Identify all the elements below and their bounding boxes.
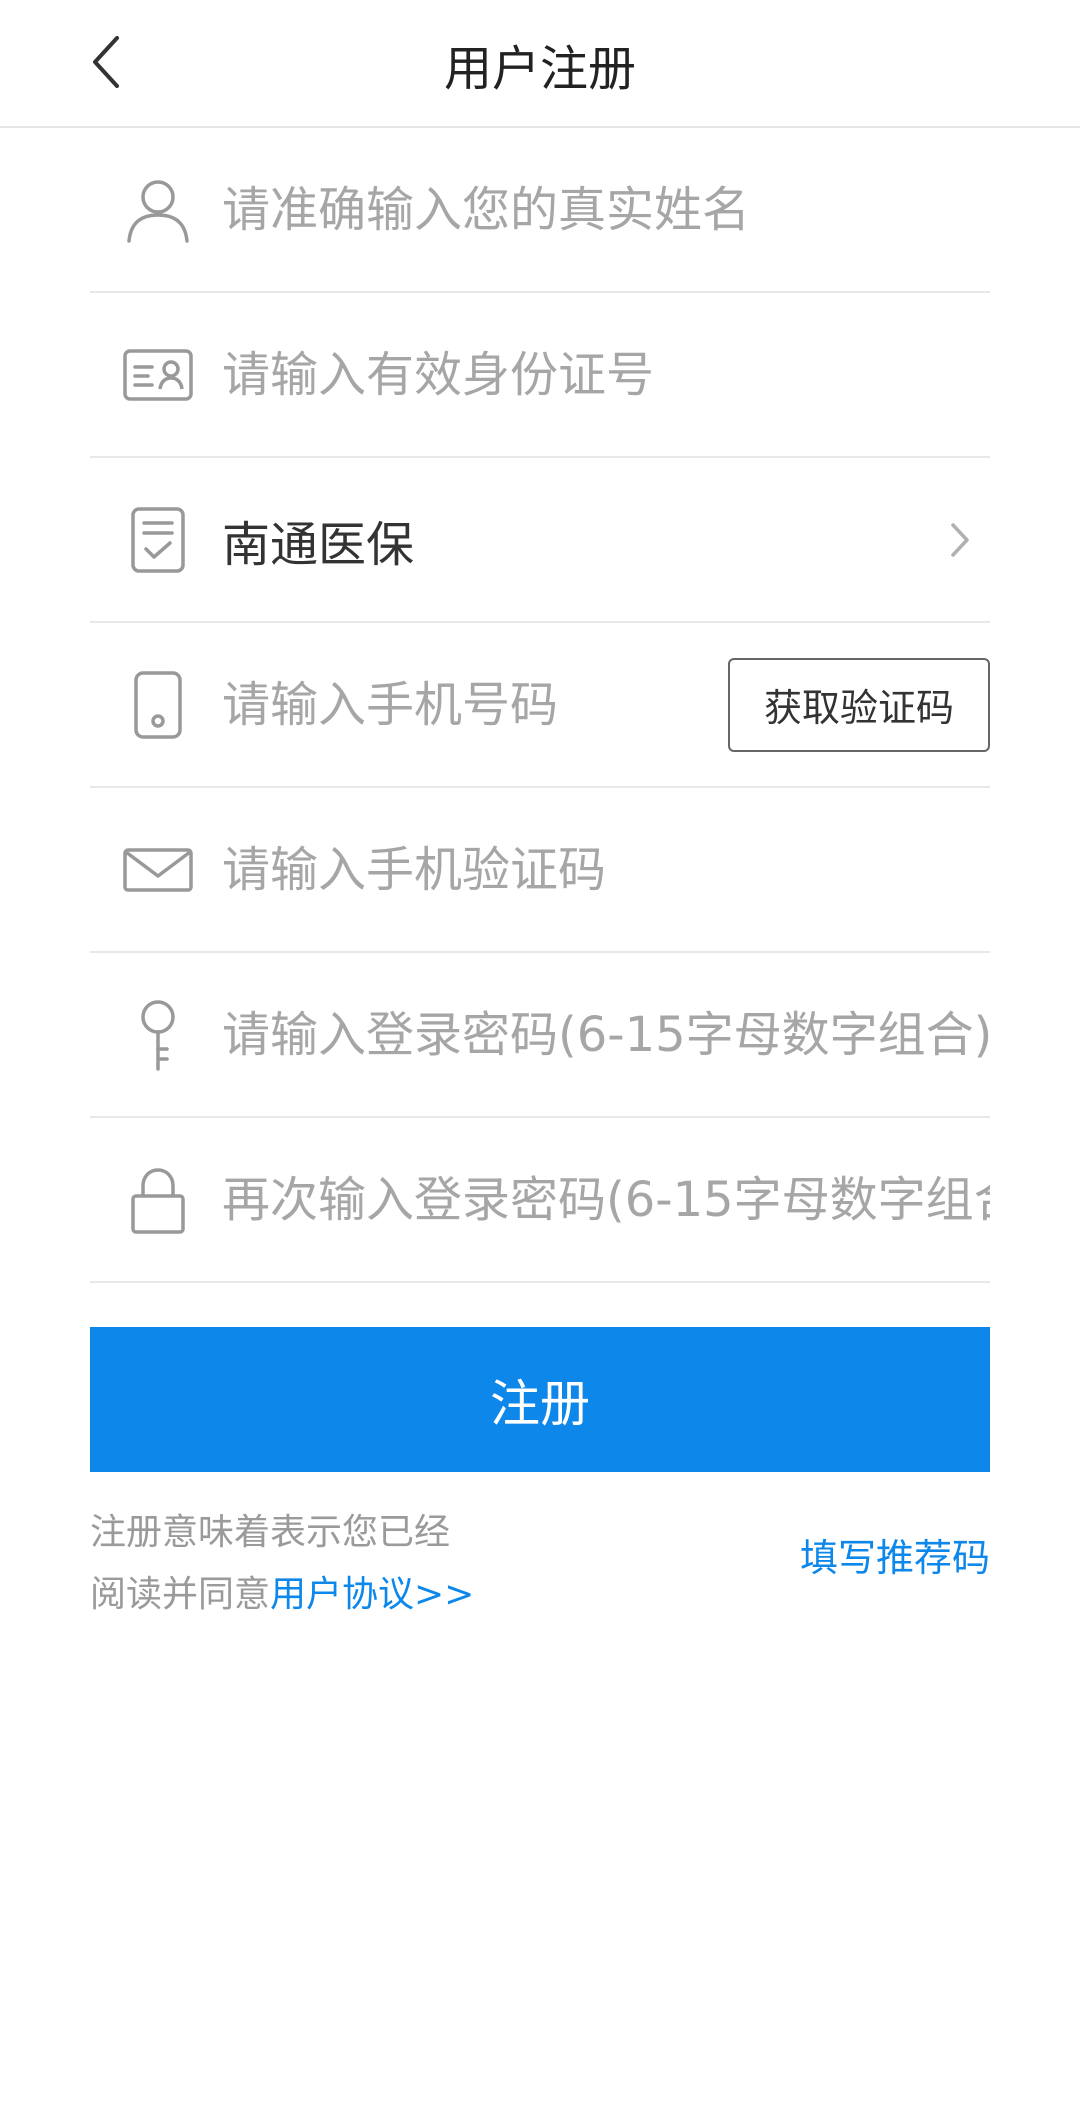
user-agreement-link[interactable]: 用户协议>> bbox=[270, 1574, 474, 1615]
header-bar: 用户注册 bbox=[0, 0, 1080, 128]
register-page: 用户注册 请准确输入您的真实姓名 请输入有效身份证号 南通医保 请输入手机号码 … bbox=[0, 0, 1080, 2117]
password-input[interactable] bbox=[222, 994, 990, 1075]
password-row bbox=[90, 953, 990, 1118]
insurance-select[interactable]: 南通医保 bbox=[90, 458, 990, 623]
envelope-icon bbox=[118, 830, 198, 910]
id-card-row bbox=[90, 293, 990, 458]
key-icon bbox=[118, 995, 198, 1075]
referral-code-link[interactable]: 填写推荐码 bbox=[800, 1527, 990, 1582]
registration-form: 南通医保 获取验证码 bbox=[90, 128, 990, 1283]
confirm-password-input[interactable] bbox=[222, 1159, 990, 1240]
page-title: 用户注册 bbox=[443, 41, 636, 97]
agreement-text: 注册意味着表示您已经 阅读并同意用户协议>> bbox=[90, 1502, 610, 1626]
insurance-value: 南通医保 bbox=[222, 516, 415, 573]
agreement-prefix: 阅读并同意 bbox=[90, 1574, 271, 1615]
confirm-password-row bbox=[90, 1118, 990, 1283]
user-icon bbox=[118, 170, 198, 250]
sms-code-input[interactable] bbox=[222, 829, 990, 910]
lock-icon bbox=[118, 1160, 198, 1240]
phone-row: 获取验证码 bbox=[90, 623, 990, 788]
id-card-icon bbox=[118, 335, 198, 415]
id-card-input[interactable] bbox=[222, 334, 990, 415]
register-button[interactable]: 注册 bbox=[90, 1327, 990, 1472]
chevron-left-icon bbox=[93, 36, 119, 88]
agreement-line-1: 注册意味着表示您已经 bbox=[90, 1512, 451, 1553]
phone-input[interactable] bbox=[222, 664, 710, 745]
agreement-line-2: 阅读并同意用户协议>> bbox=[90, 1564, 610, 1626]
phone-icon bbox=[118, 665, 198, 745]
name-row bbox=[90, 128, 990, 293]
chevron-right-icon bbox=[930, 510, 990, 570]
get-code-button[interactable]: 获取验证码 bbox=[728, 657, 990, 752]
name-input[interactable] bbox=[222, 169, 990, 250]
document-check-icon bbox=[118, 500, 198, 580]
sms-code-row bbox=[90, 788, 990, 953]
back-button[interactable] bbox=[70, 22, 140, 102]
